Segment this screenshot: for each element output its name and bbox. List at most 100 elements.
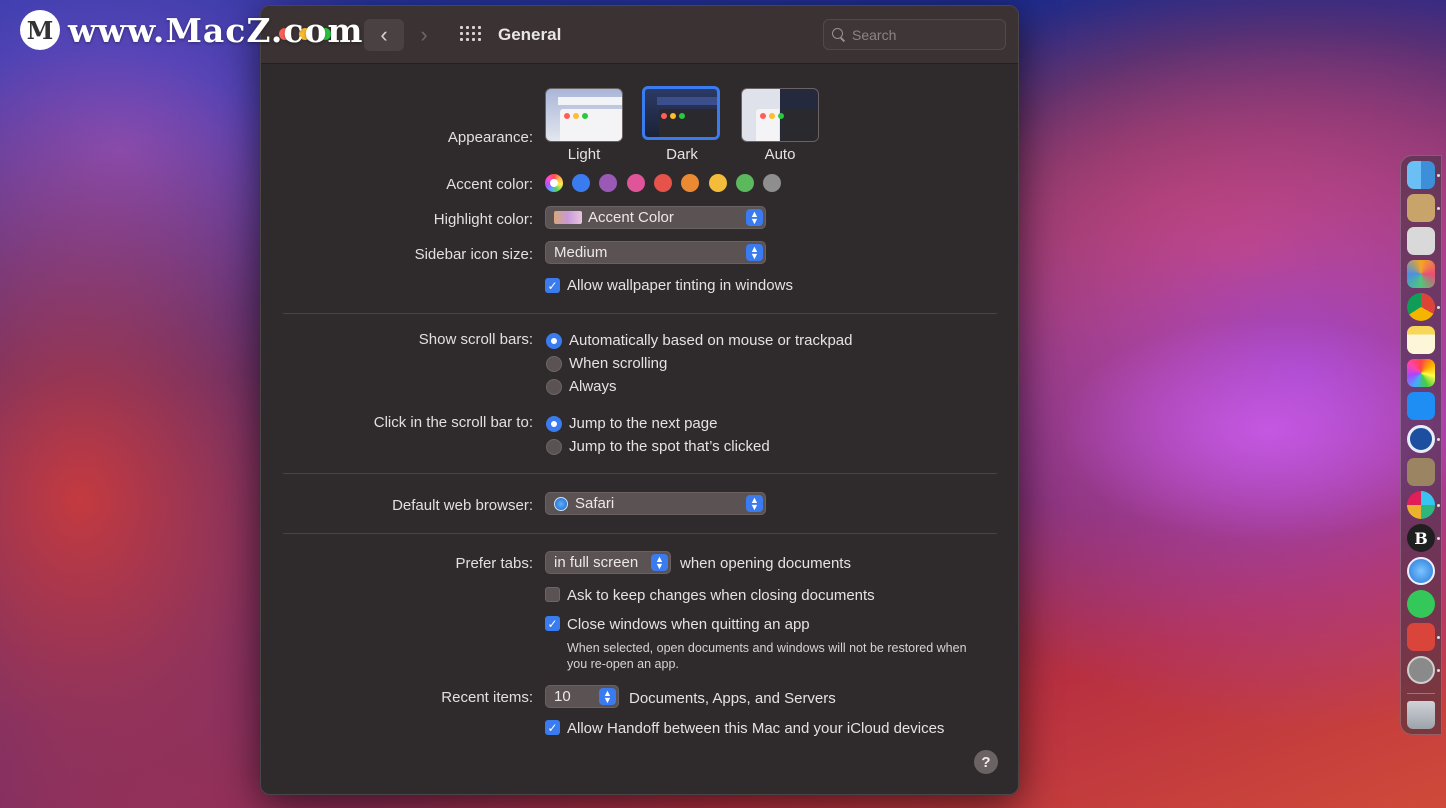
system-preferences-window: ‹ › General Appearance: <box>260 5 1019 795</box>
highlight-color-label: Highlight color: <box>433 211 533 228</box>
scroll-bars-auto-label: Automatically based on mouse or trackpad <box>569 332 853 349</box>
click-scroll-next-page-label: Jump to the next page <box>569 415 718 432</box>
help-button[interactable]: ? <box>974 750 998 774</box>
accent-green-swatch[interactable] <box>736 174 754 192</box>
safari-icon <box>554 496 568 511</box>
trash-icon[interactable] <box>1407 701 1435 729</box>
launchpad-icon[interactable] <box>1407 260 1435 288</box>
slack-icon[interactable] <box>1407 491 1435 519</box>
search-icon <box>832 27 846 42</box>
accent-red-swatch[interactable] <box>654 174 672 192</box>
scroll-bars-scrolling-radio[interactable] <box>546 356 562 372</box>
wallpaper-tinting-checkbox[interactable]: ✓ <box>545 278 560 293</box>
appearance-light-option[interactable] <box>545 88 623 142</box>
watermark-text: www.MacZ.com <box>68 10 364 50</box>
accent-pink-swatch[interactable] <box>627 174 645 192</box>
chrome-icon[interactable] <box>1407 293 1435 321</box>
default-browser-value: Safari <box>575 495 615 512</box>
recent-items-popup[interactable]: 10 ▲ ▼ <box>545 685 619 708</box>
highlight-swatch <box>554 211 582 224</box>
popup-arrows-icon: ▲ ▼ <box>651 554 668 571</box>
general-preferences: Appearance: Light Dark Auto Accent color… <box>261 64 1018 794</box>
system-preferences-icon[interactable] <box>1407 656 1435 684</box>
show-scroll-bars-label: Show scroll bars: <box>418 331 533 348</box>
app-store-icon[interactable] <box>1407 392 1435 420</box>
accent-multicolor-swatch[interactable] <box>545 174 563 192</box>
photos-icon[interactable] <box>1407 359 1435 387</box>
highlight-color-popup[interactable]: Accent Color ▲ ▼ <box>545 206 766 229</box>
appearance-light-label: Light <box>567 146 601 163</box>
accent-color-label: Accent color: <box>446 176 533 193</box>
handoff-checkbox[interactable]: ✓ <box>545 720 560 735</box>
scroll-bars-always-label: Always <box>569 378 617 395</box>
accent-orange-swatch[interactable] <box>681 174 699 192</box>
archive-icon[interactable] <box>1407 458 1435 486</box>
click-scroll-spot-label: Jump to the spot that’s clicked <box>569 438 770 455</box>
prefer-tabs-popup[interactable]: in full screen ▲ ▼ <box>545 551 671 574</box>
handoff-label: Allow Handoff between this Mac and your … <box>567 720 945 737</box>
chevron-left-icon: ‹ <box>380 22 388 47</box>
prefer-tabs-label: Prefer tabs: <box>455 555 533 572</box>
watermark: M www.MacZ.com <box>20 10 363 50</box>
default-browser-label: Default web browser: <box>392 497 533 514</box>
ask-keep-changes-checkbox[interactable] <box>545 587 560 602</box>
close-windows-label: Close windows when quitting an app <box>567 616 810 633</box>
close-windows-checkbox[interactable]: ✓ <box>545 616 560 631</box>
highlight-color-value: Accent Color <box>588 209 674 226</box>
recent-items-suffix: Documents, Apps, and Servers <box>629 690 836 707</box>
search-field[interactable] <box>823 19 1006 50</box>
sidebar-icon-size-popup[interactable]: Medium ▲ ▼ <box>545 241 766 264</box>
accent-purple-swatch[interactable] <box>599 174 617 192</box>
photo-booth-icon[interactable] <box>1407 623 1435 651</box>
appearance-auto-option[interactable] <box>741 88 819 142</box>
search-input[interactable] <box>852 26 992 43</box>
prefer-tabs-suffix: when opening documents <box>680 555 851 572</box>
appearance-dark-option[interactable] <box>642 86 720 140</box>
script-editor-icon[interactable] <box>1407 227 1435 255</box>
messages-icon[interactable] <box>1407 590 1435 618</box>
forward-button[interactable]: › <box>409 19 439 51</box>
scroll-bars-scrolling-label: When scrolling <box>569 355 668 372</box>
notes-icon[interactable] <box>1407 326 1435 354</box>
popup-arrows-icon: ▲ ▼ <box>746 495 763 512</box>
appearance-label: Appearance: <box>447 129 533 146</box>
checkmark-icon: ✓ <box>547 278 558 293</box>
popup-arrows-icon: ▲ ▼ <box>746 244 763 261</box>
safari-icon[interactable] <box>1407 557 1435 585</box>
dock: B <box>1400 155 1442 735</box>
show-all-grid-icon[interactable] <box>460 26 482 44</box>
scroll-bars-always-radio[interactable] <box>546 379 562 395</box>
accent-yellow-swatch[interactable] <box>709 174 727 192</box>
watermark-logo-icon: M <box>20 10 60 50</box>
recent-items-label: Recent items: <box>441 689 533 706</box>
1password-icon[interactable] <box>1407 425 1435 453</box>
popup-arrows-icon: ▲ ▼ <box>746 209 763 226</box>
close-windows-note: When selected, open documents and window… <box>567 641 967 671</box>
recent-items-value: 10 <box>554 688 571 705</box>
scroll-bars-auto-radio[interactable] <box>546 333 562 349</box>
preview-icon[interactable] <box>1407 194 1435 222</box>
ask-keep-changes-label: Ask to keep changes when closing documen… <box>567 587 875 604</box>
window-title: General <box>498 25 562 44</box>
sidebar-icon-size-value: Medium <box>554 244 608 261</box>
section-divider <box>283 313 997 314</box>
section-divider <box>283 473 997 474</box>
back-button[interactable]: ‹ <box>364 19 404 51</box>
titlebar: ‹ › General <box>261 6 1018 64</box>
finder-icon[interactable] <box>1407 161 1435 189</box>
appearance-auto-label: Auto <box>764 146 796 163</box>
checkmark-icon: ✓ <box>547 720 558 735</box>
appearance-dark-label: Dark <box>666 146 698 163</box>
section-divider <box>283 533 997 534</box>
accent-blue-swatch[interactable] <box>572 174 590 192</box>
wallpaper-highlight <box>1018 180 1446 580</box>
click-scroll-spot-radio[interactable] <box>546 439 562 455</box>
accent-graphite-swatch[interactable] <box>763 174 781 192</box>
click-scroll-next-page-radio[interactable] <box>546 416 562 432</box>
popup-arrows-icon: ▲ ▼ <box>599 688 616 705</box>
chevron-right-icon: › <box>420 22 428 47</box>
click-scroll-bar-label: Click in the scroll bar to: <box>373 414 533 431</box>
bbedit-icon[interactable]: B <box>1407 524 1435 552</box>
dock-separator <box>1407 693 1435 694</box>
default-browser-popup[interactable]: Safari ▲ ▼ <box>545 492 766 515</box>
